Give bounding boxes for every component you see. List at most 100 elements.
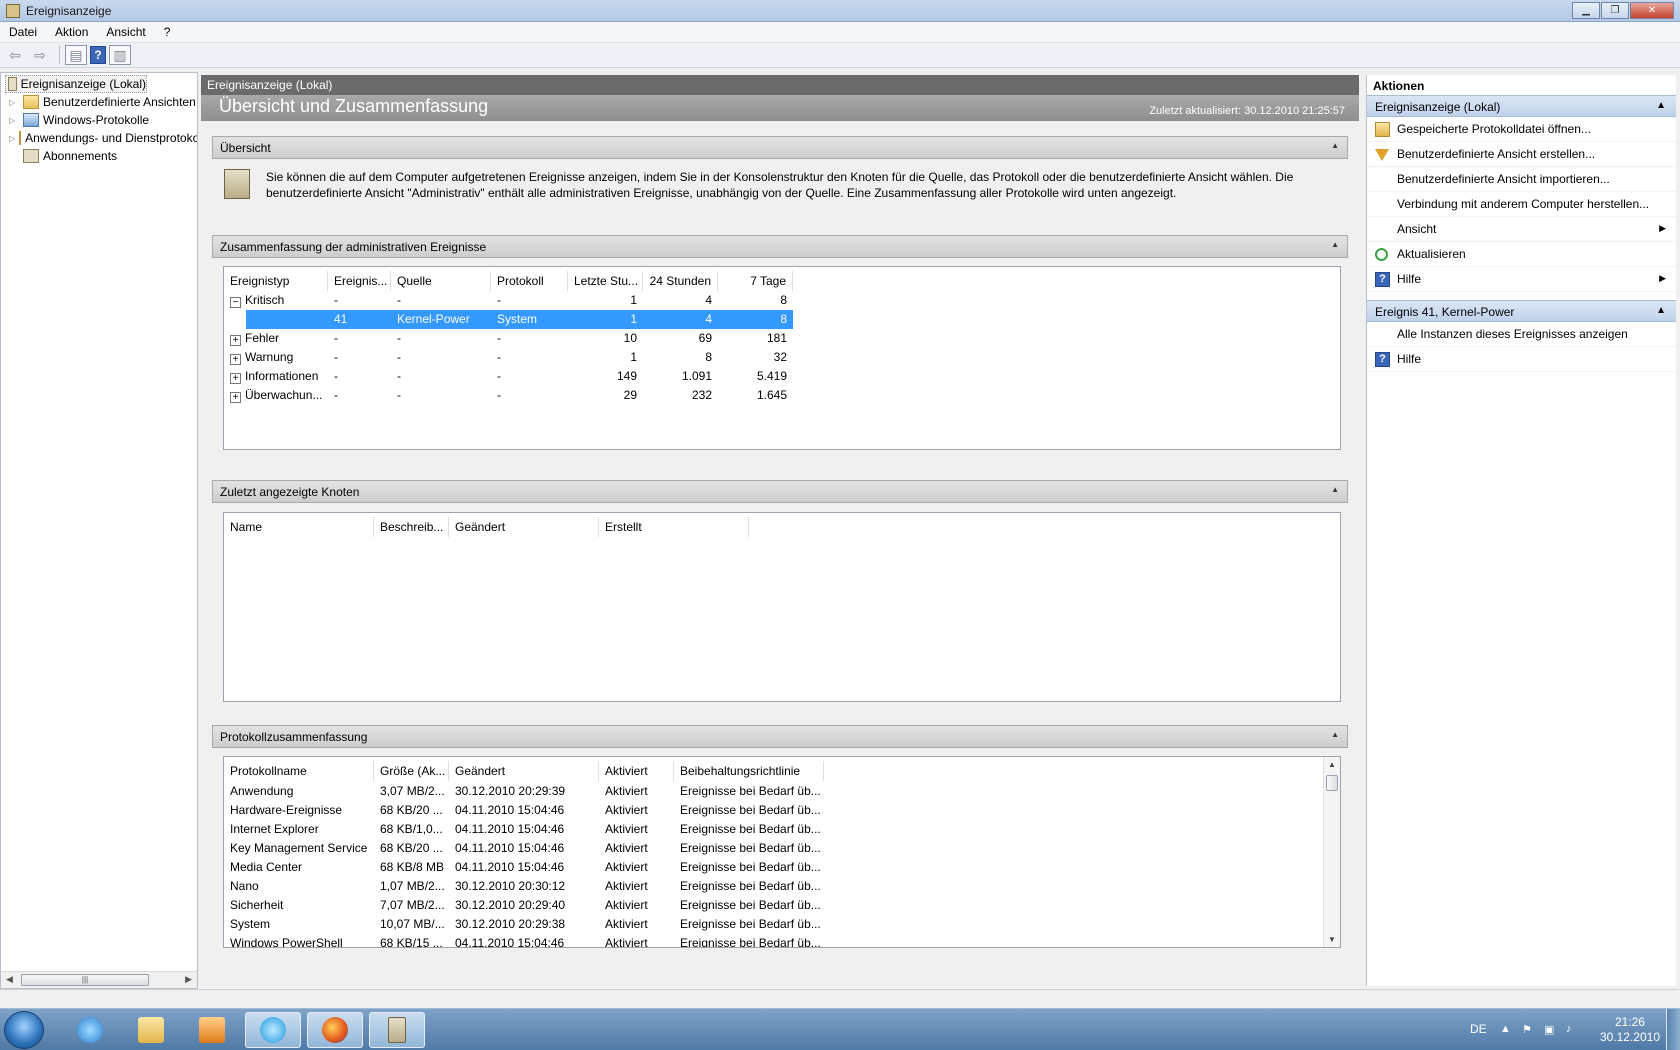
expand-arrow-icon[interactable]: ▷ [9, 134, 15, 143]
tree-item-custom-views[interactable]: ▷ Benutzerdefinierte Ansichten [1, 93, 197, 111]
table-row[interactable]: + Überwachun... - - - 29 232 1.645 [224, 386, 793, 405]
scroll-right-icon[interactable]: ▶ [185, 974, 192, 985]
collapse-node-icon[interactable]: − [230, 297, 241, 308]
table-row[interactable]: + Fehler - - - 10 69 181 [224, 329, 793, 348]
menu-ansicht[interactable]: Ansicht [97, 25, 154, 39]
tree-item-subscriptions[interactable]: Abonnements [1, 147, 197, 165]
vertical-scrollbar[interactable]: ▲ ▼ [1323, 757, 1340, 947]
minimize-button[interactable]: ▁ [1572, 2, 1600, 19]
action-create-custom-view[interactable]: Benutzerdefinierte Ansicht erstellen... [1367, 142, 1676, 167]
collapse-icon[interactable]: ▲ [1331, 141, 1339, 150]
taskbar-app-skype[interactable] [245, 1012, 301, 1048]
menu-datei[interactable]: Datei [0, 25, 46, 39]
tree-item-app-service-logs[interactable]: ▷ Anwendungs- und Dienstprotokolle [1, 129, 197, 147]
table-row[interactable]: − Kritisch - - - 1 4 8 [224, 291, 793, 310]
expand-node-icon[interactable]: + [230, 392, 241, 403]
close-button[interactable]: ✕ [1630, 2, 1674, 19]
action-import-custom-view[interactable]: Benutzerdefinierte Ansicht importieren..… [1367, 167, 1676, 192]
action-event-help[interactable]: ? Hilfe [1367, 347, 1676, 372]
expand-node-icon[interactable]: + [230, 335, 241, 346]
column-header[interactable]: Beibehaltungsrichtlinie [674, 761, 824, 781]
column-header[interactable]: Größe (Ak... [374, 761, 449, 781]
column-header[interactable]: Letzte Stu... [568, 271, 643, 291]
help-icon[interactable]: ? [90, 46, 106, 64]
scroll-thumb[interactable]: ||| [21, 974, 149, 986]
horizontal-scrollbar[interactable]: ◀ ||| ▶ [1, 971, 197, 988]
taskbar-app-explorer[interactable] [123, 1012, 179, 1048]
table-row[interactable]: Key Management Service 68 KB/20 ... 04.1… [224, 839, 824, 858]
column-header[interactable]: Erstellt [599, 517, 749, 537]
table-row[interactable]: Sicherheit 7,07 MB/2... 30.12.2010 20:29… [224, 896, 824, 915]
back-arrow-icon[interactable]: ⇦ [4, 45, 26, 65]
column-header[interactable]: Protokoll [491, 271, 568, 291]
table-row[interactable]: Media Center 68 KB/8 MB 04.11.2010 15:04… [224, 858, 824, 877]
table-row[interactable]: Anwendung 3,07 MB/2... 30.12.2010 20:29:… [224, 782, 824, 801]
forward-arrow-icon[interactable]: ⇨ [29, 45, 51, 65]
action-help[interactable]: ? Hilfe ▶ [1367, 267, 1676, 292]
action-center-flag-icon[interactable]: ⚑ [1522, 1023, 1536, 1037]
scroll-down-icon[interactable]: ▼ [1328, 935, 1336, 944]
table-row[interactable]: Windows PowerShell 68 KB/15 ... 04.11.20… [224, 934, 824, 947]
column-header[interactable]: Ereignistyp [224, 271, 328, 291]
show-hidden-icons-icon[interactable]: ▲ [1500, 1023, 1514, 1037]
expand-arrow-icon[interactable]: ▷ [9, 98, 19, 107]
collapse-icon[interactable]: ▲ [1331, 240, 1339, 249]
table-row[interactable]: Nano 1,07 MB/2... 30.12.2010 20:30:12 Ak… [224, 877, 824, 896]
action-connect-computer[interactable]: Verbindung mit anderem Computer herstell… [1367, 192, 1676, 217]
section-summary-header[interactable]: Zusammenfassung der administrativen Erei… [212, 235, 1348, 258]
show-desktop-button[interactable] [1666, 1009, 1680, 1050]
column-header[interactable]: 24 Stunden [643, 271, 718, 291]
expand-node-icon[interactable]: + [230, 373, 241, 384]
taskbar-app-internet-explorer[interactable] [62, 1012, 118, 1048]
section-logs-header[interactable]: Protokollzusammenfassung ▲ [212, 725, 1348, 748]
table-row[interactable]: + Warnung - - - 1 8 32 [224, 348, 793, 367]
table-row[interactable]: System 10,07 MB/... 30.12.2010 20:29:38 … [224, 915, 824, 934]
column-header[interactable]: Ereignis... [328, 271, 391, 291]
menu-aktion[interactable]: Aktion [46, 25, 97, 39]
table-row-selected[interactable]: 41 Kernel-Power System 1 4 8 [246, 310, 793, 329]
actions-group-header[interactable]: Ereignisanzeige (Lokal) ▲ [1367, 95, 1676, 117]
collapse-arrow-icon[interactable]: ▲ [1656, 100, 1666, 111]
column-header[interactable]: Quelle [391, 271, 491, 291]
scroll-up-icon[interactable]: ▲ [1328, 760, 1336, 769]
action-refresh[interactable]: Aktualisieren [1367, 242, 1676, 267]
table-row[interactable]: + Informationen - - - 149 1.091 5.419 [224, 367, 793, 386]
scroll-thumb[interactable] [1326, 775, 1338, 791]
section-overview-header[interactable]: Übersicht ▲ [212, 136, 1348, 159]
action-view[interactable]: Ansicht ▶ [1367, 217, 1676, 242]
column-header[interactable]: Aktiviert [599, 761, 674, 781]
taskbar-app-event-viewer[interactable] [369, 1012, 425, 1048]
actions-group-header[interactable]: Ereignis 41, Kernel-Power ▲ [1367, 300, 1676, 322]
column-header[interactable]: Name [224, 517, 374, 537]
scroll-left-icon[interactable]: ◀ [6, 974, 13, 985]
collapse-icon[interactable]: ▲ [1331, 485, 1339, 494]
show-hide-console-tree-icon[interactable]: ▤ [65, 45, 87, 65]
collapse-icon[interactable]: ▲ [1331, 730, 1339, 739]
menu-help[interactable]: ? [155, 25, 180, 39]
column-header[interactable]: 7 Tage [718, 271, 793, 291]
action-show-all-instances[interactable]: Alle Instanzen dieses Ereignisses anzeig… [1367, 322, 1676, 347]
tree-root[interactable]: Ereignisanzeige (Lokal) [5, 75, 147, 93]
column-header[interactable]: Geändert [449, 761, 599, 781]
network-icon[interactable]: ▣ [1544, 1023, 1558, 1037]
show-hide-action-pane-icon[interactable]: ▥ [109, 45, 131, 65]
action-open-saved-log[interactable]: Gespeicherte Protokolldatei öffnen... [1367, 117, 1676, 142]
expand-arrow-icon[interactable]: ▷ [9, 116, 19, 125]
section-recent-header[interactable]: Zuletzt angezeigte Knoten ▲ [212, 480, 1348, 503]
table-row[interactable]: Internet Explorer 68 KB/1,0... 04.11.201… [224, 820, 824, 839]
start-button[interactable] [4, 1011, 44, 1049]
taskbar-app-media-player[interactable] [184, 1012, 240, 1048]
volume-icon[interactable]: ♪ [1566, 1023, 1580, 1037]
column-header[interactable]: Beschreib... [374, 517, 449, 537]
taskbar-app-firefox[interactable] [307, 1012, 363, 1048]
table-row[interactable]: Hardware-Ereignisse 68 KB/20 ... 04.11.2… [224, 801, 824, 820]
language-indicator[interactable]: DE [1470, 1022, 1487, 1036]
expand-node-icon[interactable]: + [230, 354, 241, 365]
collapse-arrow-icon[interactable]: ▲ [1656, 305, 1666, 316]
toolbar-separator [59, 46, 60, 64]
clock[interactable]: 21:26 30.12.2010 [1600, 1015, 1660, 1045]
maximize-button[interactable]: ❐ [1601, 2, 1629, 19]
tree-item-windows-logs[interactable]: ▷ Windows-Protokolle [1, 111, 197, 129]
column-header[interactable]: Geändert [449, 517, 599, 537]
column-header[interactable]: Protokollname [224, 761, 374, 781]
